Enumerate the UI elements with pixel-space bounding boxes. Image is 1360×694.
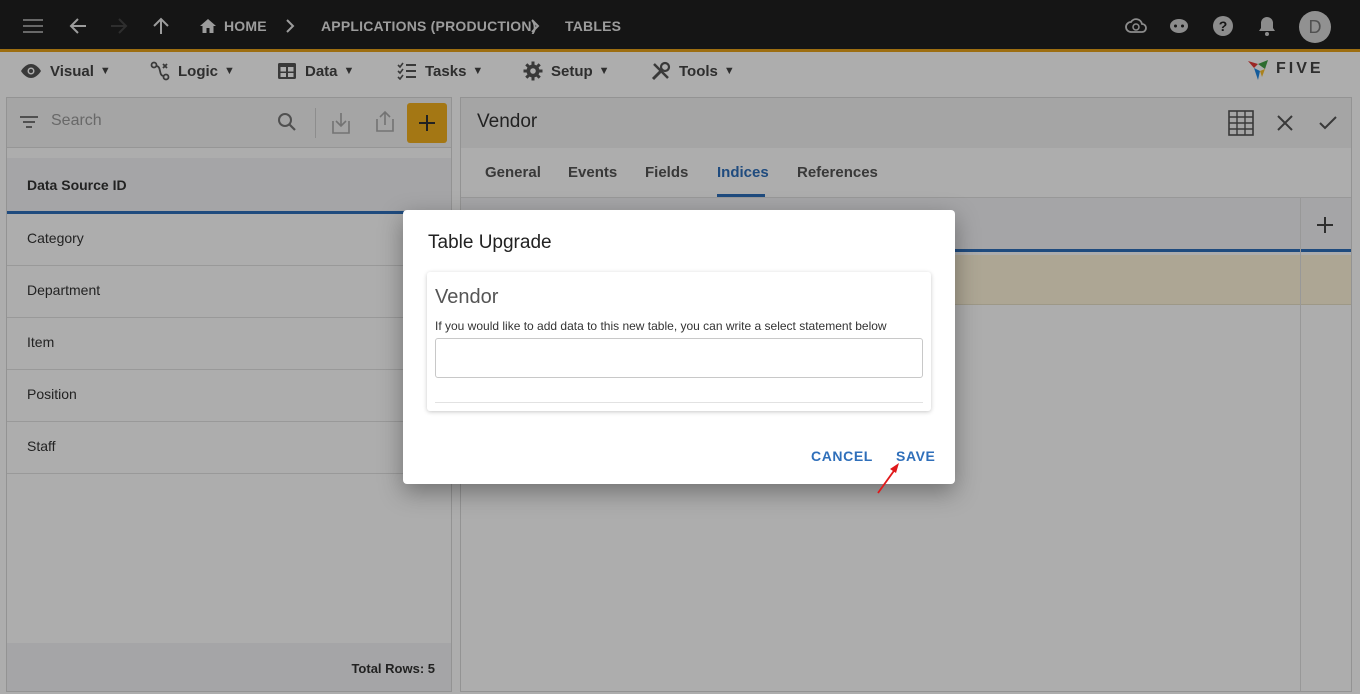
card-description: If you would like to add data to this ne… xyxy=(435,319,887,333)
card-title: Vendor xyxy=(435,286,499,308)
table-upgrade-dialog: Table Upgrade Vendor If you would like t… xyxy=(403,210,955,484)
select-statement-input[interactable] xyxy=(435,338,923,378)
cancel-button[interactable]: CANCEL xyxy=(811,448,873,464)
dialog-card: Vendor If you would like to add data to … xyxy=(427,272,931,411)
dialog-title: Table Upgrade xyxy=(428,232,552,253)
annotation-arrow-icon xyxy=(877,463,899,494)
card-divider xyxy=(435,402,923,403)
